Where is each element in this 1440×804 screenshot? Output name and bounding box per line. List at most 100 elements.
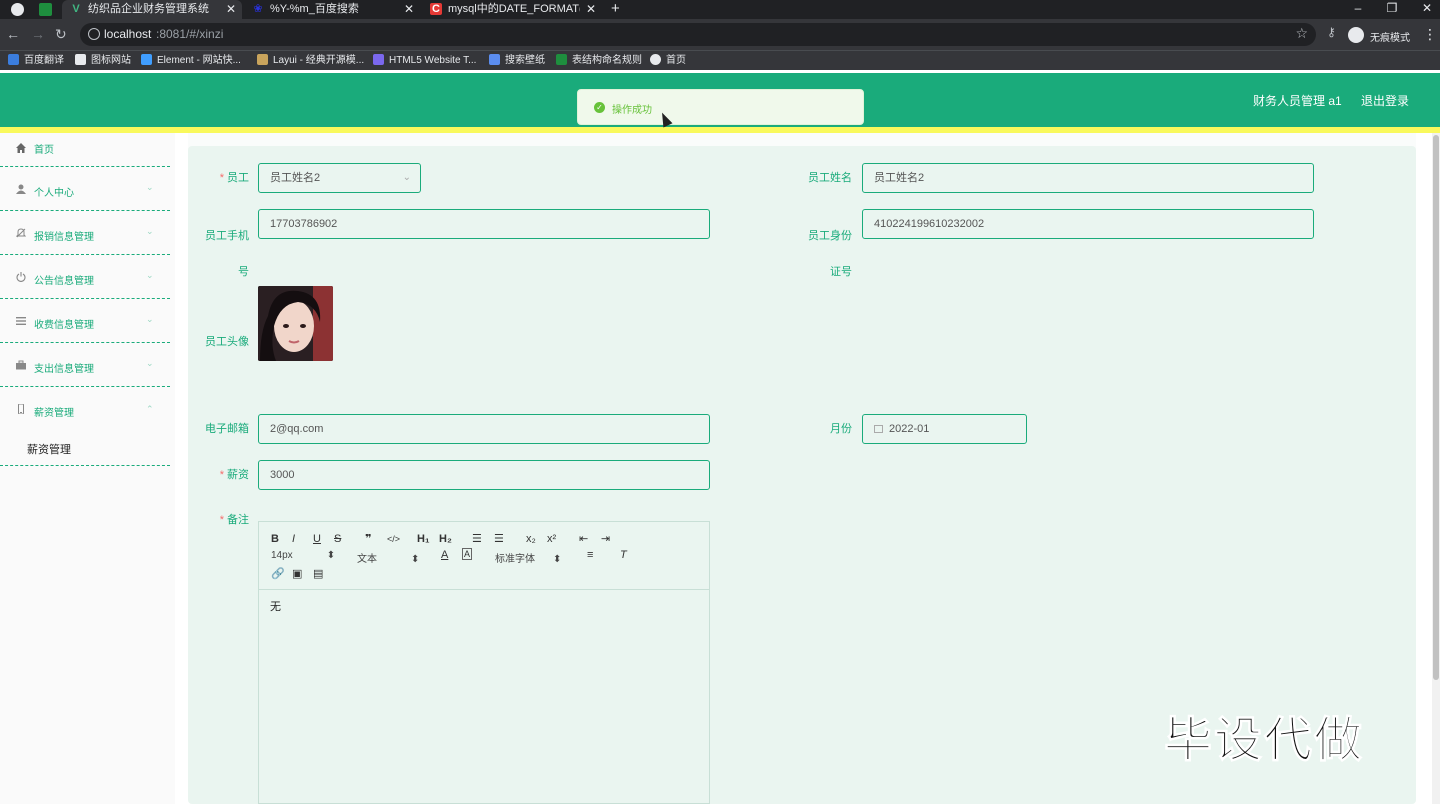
background-color-icon[interactable]: A [462,548,473,560]
align-icon[interactable]: ≡ [587,548,593,562]
chevron-up-icon: ⌃ [146,404,154,414]
italic-icon[interactable]: I [292,532,295,546]
incognito-label[interactable]: 无痕模式 [1370,29,1410,44]
email-label: 电子邮箱 [205,423,249,435]
flag-icon [75,54,86,65]
address-bar[interactable]: localhost :8081/#/xinzi ☆ [80,23,1316,46]
avatar-label: 员工头像 [205,336,249,348]
editor-content[interactable]: 无 [270,598,281,614]
key-icon[interactable]: ⚷ [1327,25,1336,39]
minimize-icon[interactable]: – [1351,0,1365,17]
tab-baidu-search[interactable]: ❀ %Y-%m_百度搜索 ✕ [244,0,420,19]
remark-label: * 备注 [219,514,249,526]
employee-avatar[interactable] [258,286,333,361]
editor-toolbar: B I U S ❞ </> H₁ H₂ ☰ ☰ x₂ x² ⇤ ⇥ 14px ⬍ … [259,522,709,590]
back-icon[interactable]: ← [6,26,20,42]
rich-text-editor[interactable]: B I U S ❞ </> H₁ H₂ ☰ ☰ x₂ x² ⇤ ⇥ 14px ⬍ … [258,521,710,804]
toast-message: 操作成功 [612,105,652,116]
bookmark-item[interactable]: 图标网站 [75,53,131,69]
scrollbar-thumb[interactable] [1433,135,1439,680]
indent-icon[interactable]: ⇥ [601,532,610,546]
vue-icon: V [72,3,80,15]
forward-icon[interactable]: → [31,26,45,42]
window-close-icon[interactable]: ✕ [1420,0,1434,17]
tab-mysql[interactable]: C mysql中的DATE_FORMAT(NO ✕ [422,0,602,19]
employee-name-field[interactable]: 员工姓名2 [862,163,1314,193]
sidebar-item-income[interactable]: 收费信息管理 ⌄ [0,299,170,343]
font-color-icon[interactable]: A [441,548,448,562]
bookmark-star-icon[interactable]: ☆ [1295,25,1308,42]
browser-menu-icon[interactable]: ⋮ [1423,26,1437,43]
close-icon[interactable]: ✕ [404,0,414,19]
success-toast: ✓ 操作成功 [577,89,864,125]
image-icon[interactable]: ▣ [292,567,302,581]
outdent-icon[interactable]: ⇤ [579,532,588,546]
restore-icon[interactable]: ❐ [1385,0,1399,17]
close-icon[interactable]: ✕ [586,0,596,19]
bullet-list-icon[interactable]: ☰ [494,532,504,546]
logout-button[interactable]: 退出登录 [1361,92,1409,109]
sheets-icon[interactable] [39,3,52,16]
sheet-icon [556,54,567,65]
check-circle-icon: ✓ [594,102,605,113]
font-family-select[interactable]: 标准字体 ⬍ [495,550,561,565]
bookmark-item[interactable]: 表结构命名规则 [556,53,642,69]
select-arrows-icon: ⬍ [411,554,420,565]
chevron-down-icon: ⌄ [146,358,154,368]
chevron-down-icon: ⌄ [146,270,154,280]
employee-label: * 员工 [219,172,249,184]
site-info-icon[interactable] [88,28,100,40]
bookmark-item[interactable]: HTML5 Website T... [373,53,476,69]
chevron-down-icon: ⌄ [146,226,154,236]
blockquote-icon[interactable]: ❞ [365,532,371,546]
bell-icon [16,228,26,238]
font-size-select[interactable]: 14px ⬍ [271,550,335,561]
submenu-item-salary-management[interactable]: 薪资管理 [27,441,71,457]
sidebar-item-expense[interactable]: 支出信息管理 ⌄ [0,343,170,387]
bookmark-item[interactable]: 首页 [650,53,686,69]
bookmark-item[interactable]: 百度翻译 [8,53,64,69]
employee-select[interactable]: 员工姓名2 ⌄ [258,163,421,193]
sidebar-item-home[interactable]: 首页 [0,133,170,167]
avatar-photo [258,286,333,361]
superscript-icon[interactable]: x² [547,532,556,546]
email-field[interactable]: 2@qq.com [258,414,710,444]
text-type-select[interactable]: 文本 ⬍ [357,550,419,565]
heading2-icon[interactable]: H₂ [439,532,452,546]
id-number-field[interactable]: 410224199610232002 [862,209,1314,239]
month-picker[interactable]: 2022-01 [862,414,1027,444]
mobile-icon [18,404,24,414]
sidebar-item-salary[interactable]: 薪资管理 ⌃ [0,387,170,431]
url-host: localhost [104,27,152,41]
browser-globe-icon[interactable] [11,3,24,16]
close-icon[interactable]: ✕ [226,0,236,19]
subscript-icon[interactable]: x₂ [526,532,536,546]
ordered-list-icon[interactable]: ☰ [472,532,482,546]
html5-icon [373,54,384,65]
clear-format-icon[interactable]: T [620,548,627,562]
chevron-down-icon: ⌄ [146,314,154,324]
link-icon[interactable]: 🔗 [271,567,285,581]
salary-field[interactable]: 3000 [258,460,710,490]
reload-icon[interactable]: ↻ [55,26,67,42]
phone-field[interactable]: 17703786902 [258,209,710,239]
sidebar-item-profile[interactable]: 个人中心 ⌄ [0,167,170,211]
bold-icon[interactable]: B [271,532,279,546]
bookmark-item[interactable]: Layui - 经典开源模... [257,53,364,69]
heading1-icon[interactable]: H₁ [417,532,430,546]
sidebar-item-announcement[interactable]: 公告信息管理 ⌄ [0,255,170,299]
bookmark-item[interactable]: 搜索壁纸 [489,53,545,69]
underline-icon[interactable]: U [313,532,321,546]
new-tab-button[interactable]: + [611,0,625,18]
employee-name-label: 员工姓名 [808,172,852,184]
element-icon [141,54,152,65]
code-icon[interactable]: </> [387,532,400,546]
sidebar-item-reimbursement[interactable]: 报销信息管理 ⌄ [0,211,170,255]
incognito-icon[interactable] [1348,27,1364,43]
strikethrough-icon[interactable]: S [334,532,341,546]
chevron-down-icon: ⌄ [146,182,154,192]
tab-finance-system[interactable]: V 纺织品企业财务管理系统 ✕ [62,0,242,19]
video-icon[interactable]: ▤ [313,567,323,581]
menu-icon [16,317,26,325]
bookmark-item[interactable]: Element - 网站快... [141,53,241,69]
